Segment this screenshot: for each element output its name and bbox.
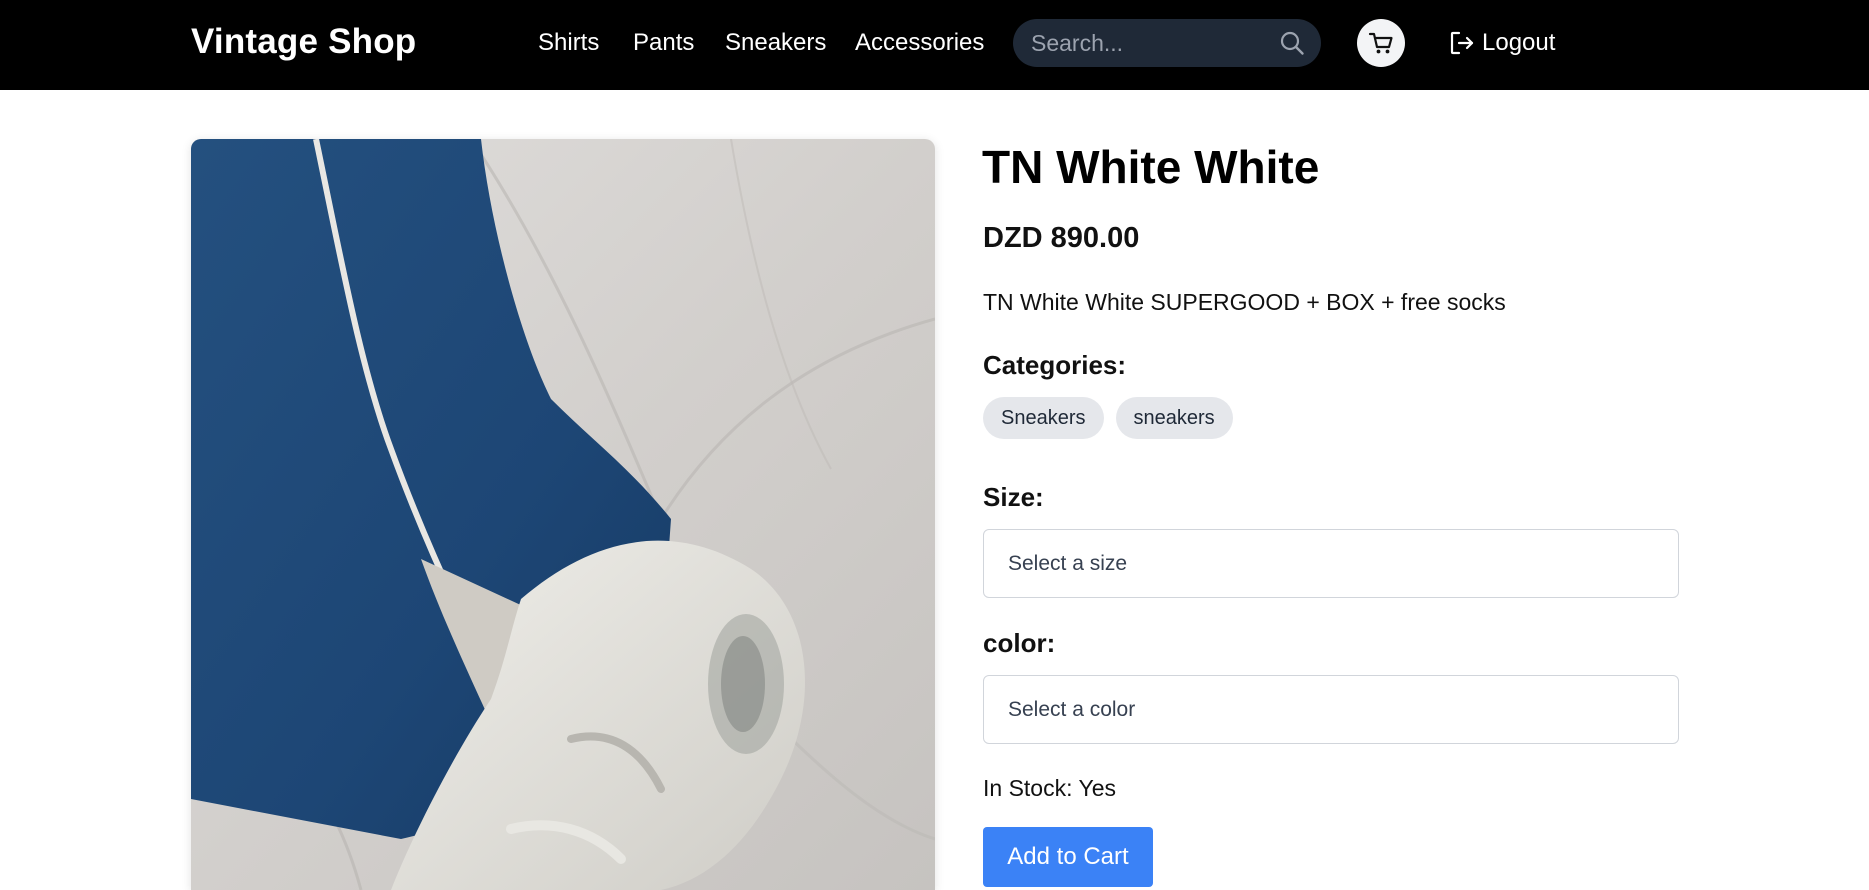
- product-description: TN White White SUPERGOOD + BOX + free so…: [983, 289, 1506, 315]
- stock-status: In Stock: Yes: [983, 775, 1116, 802]
- cart-icon: [1368, 32, 1393, 54]
- add-to-cart-button[interactable]: Add to Cart: [983, 827, 1153, 887]
- logout-label: Logout: [1482, 29, 1556, 56]
- search-box: [1013, 19, 1321, 67]
- search-input[interactable]: [1031, 27, 1261, 59]
- stock-label: In Stock:: [983, 775, 1073, 801]
- stock-value: Yes: [1078, 775, 1117, 801]
- color-label: color:: [983, 628, 1056, 658]
- size-select[interactable]: Select a size: [983, 529, 1679, 598]
- brand-logo[interactable]: Vintage Shop: [191, 22, 416, 62]
- color-select-value: Select a color: [1008, 698, 1136, 721]
- category-chip[interactable]: Sneakers: [983, 397, 1104, 439]
- product-photo: [191, 139, 935, 890]
- size-select-value: Select a size: [1008, 552, 1128, 575]
- cart-button[interactable]: [1357, 19, 1405, 67]
- nav-link-sneakers[interactable]: Sneakers: [725, 29, 826, 57]
- product-title: TN White White: [982, 141, 1320, 193]
- product-price: DZD 890.00: [983, 222, 1140, 254]
- category-chip[interactable]: sneakers: [1115, 397, 1233, 439]
- search-icon[interactable]: [1278, 29, 1306, 57]
- category-chips: Sneakers sneakers: [983, 397, 1233, 439]
- nav-link-accessories[interactable]: Accessories: [855, 29, 984, 57]
- logout-icon: [1450, 31, 1474, 55]
- size-label: Size:: [983, 482, 1044, 512]
- nav-link-pants[interactable]: Pants: [633, 29, 694, 57]
- nav-link-shirts[interactable]: Shirts: [538, 29, 599, 57]
- categories-label: Categories:: [983, 350, 1127, 380]
- product-image: [191, 139, 935, 890]
- top-navbar: Vintage Shop Shirts Pants Sneakers Acces…: [0, 0, 1869, 90]
- color-select[interactable]: Select a color: [983, 675, 1679, 744]
